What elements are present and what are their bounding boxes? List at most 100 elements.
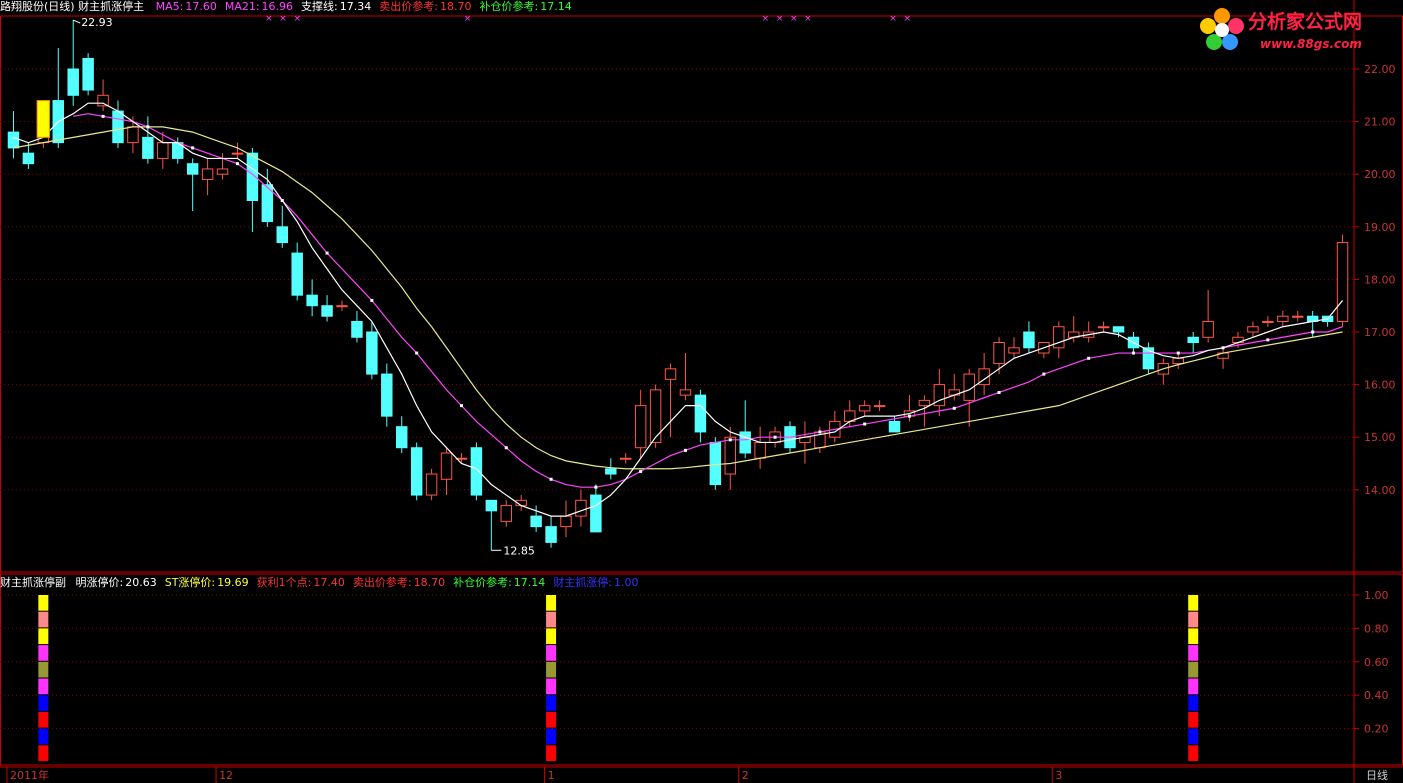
main-header-item-value: 17.60 [185,0,217,13]
signal-bar-segment [546,728,557,745]
candle-down [410,447,423,496]
top-marker: × [762,14,770,24]
candle-down [590,494,602,533]
signal-bar-segment [1188,695,1199,711]
sub-header-item-label: ST涨停价: [164,576,216,589]
top-marker: × [293,14,301,24]
ma21-dot [997,390,1001,394]
candle-down [470,447,483,496]
candle-down [605,468,617,475]
candle-up [336,305,348,308]
main-y-tick-label: 18.00 [1364,273,1396,286]
stock-chart[interactable]: 22.0021.0020.0019.0018.0017.0016.0015.00… [0,0,1403,783]
candle-up [425,473,438,496]
ma21-dot [1131,351,1135,355]
main-header-item-label: MA21: [224,0,260,13]
main-header-item-value: 16.96 [261,0,294,13]
candle-up [440,452,453,480]
sub-header-item-label: 卖出价参考: [352,576,412,589]
sub-header-item-label: 获利1个点: [256,576,312,589]
signal-bar-segment [38,678,49,695]
candle-down [396,426,408,449]
main-header-item-label: 卖出价参考: [379,0,438,13]
signal-bar-segment [546,745,557,761]
signal-bar-segment [1188,728,1199,745]
candle-up [575,499,587,517]
candle-up [620,457,632,460]
sub-header-item-value: 18.70 [413,576,446,589]
ma21-dot [594,485,598,489]
sub-y-tick-label: 0.20 [1364,723,1389,736]
candle-up [500,505,512,522]
main-header-item: MA21: 16.96 [225,0,293,13]
site-logo: 分析家公式网 www.88gs.com [1200,2,1400,56]
signal-bar-segment [546,645,557,661]
sub-y-tick-label: 1.00 [1364,589,1389,602]
ma21-dot [818,430,822,434]
x-tick-label: 12 [219,769,233,782]
limit-up-signal-bar [36,100,51,138]
main-title: 路翔股份(日线) 财主抓涨停主 [0,0,145,13]
signal-bar-segment [1188,611,1199,628]
ma21-dot [370,298,374,302]
sub-header-item: 财主抓涨停: 1.00 [553,576,638,589]
ma21-dot [146,125,150,129]
sub-header-item: 明涨停价: 20.63 [76,576,157,589]
candle-down [291,252,303,296]
signal-bar-segment [38,728,49,745]
candle-down [7,131,20,149]
candle-down [351,320,363,338]
candle-down [888,420,901,433]
high-annotation: 22.93 [81,16,113,29]
candle-up [1172,357,1184,365]
candle-down [67,68,79,96]
candle-up [679,389,692,396]
logo-url: www.88gs.com [1260,37,1362,51]
x-tick-label: 2 [742,769,749,782]
ma21-line [73,113,1343,488]
ma21-dot [1221,346,1225,350]
candle-up [873,405,886,408]
sub-panel-header: 财主抓涨停副 明涨停价: 20.63 ST涨停价: 19.69 获利1个点: 17.40 卖… [0,576,647,590]
top-marker: × [265,14,273,24]
signal-bar-segment [38,695,49,711]
candle-up [1008,347,1020,354]
candle-down [306,294,318,307]
main-panel-frame [0,15,1403,573]
flower-icon [1200,8,1244,50]
ma21-dot [325,251,329,255]
candle-up [216,168,229,175]
candle-up [127,126,139,144]
ma21-dot [639,469,643,473]
candle-up [1336,242,1349,322]
signal-bar-segment [38,661,49,678]
ma21-dot [1311,330,1315,334]
signal-bar-segment [546,678,557,695]
ma21-dot [191,146,195,150]
signal-bar-segment [1188,645,1199,661]
candle-up [634,405,647,449]
top-marker: × [776,14,784,24]
candle-up [858,405,871,412]
top-marker: × [889,14,897,24]
candle-up [993,342,1005,365]
candle-down [1187,336,1199,344]
signal-bar-segment [546,711,557,728]
main-panel-header: 路翔股份(日线) 财主抓涨停主 MA5: 17.60 MA21: 16.96 支撑线: 1… [0,0,580,14]
signal-bar-segment [38,628,49,645]
sub-title: 财主抓涨停副 [0,576,66,589]
candle-down [381,373,393,417]
signal-bar-segment [546,628,557,645]
ma21-dot [459,404,463,408]
signal-bar-segment [546,595,557,611]
candle-down [530,515,542,528]
candle-up [231,152,244,155]
ma21-dot [683,448,687,452]
main-header-item-label: 支撑线: [301,0,338,13]
sub-header-item-label: 明涨停价: [75,576,124,589]
main-y-tick-label: 14.00 [1364,484,1396,497]
x-tick-label: 2011年 [10,768,49,782]
sub-y-tick-label: 0.40 [1364,689,1389,702]
main-header-item-value: 18.70 [439,0,472,13]
candle-up [664,368,677,380]
